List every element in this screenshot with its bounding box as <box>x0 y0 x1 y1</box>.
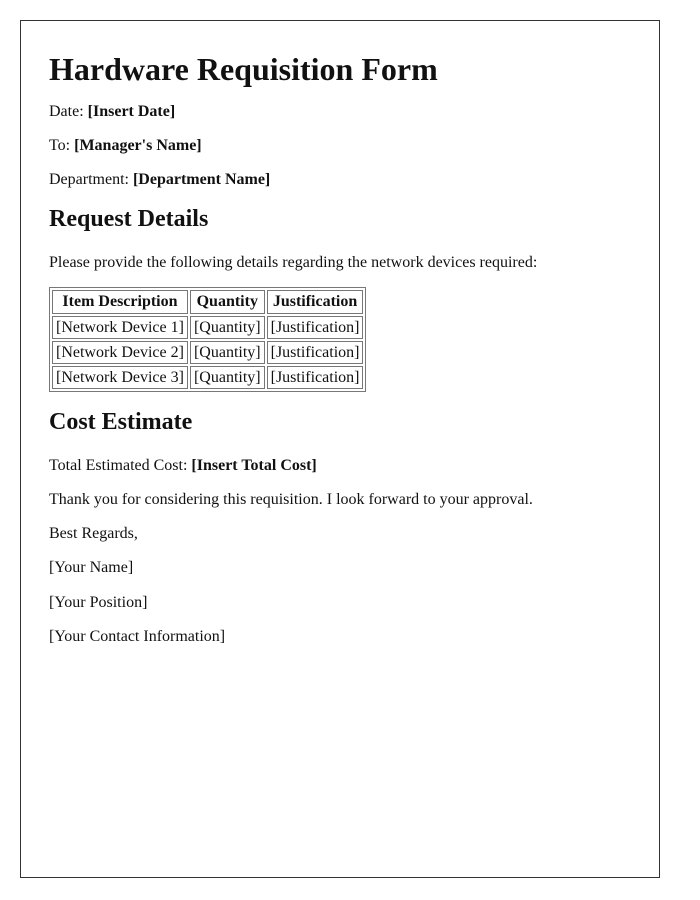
to-label: To: <box>49 136 75 154</box>
total-cost-label: Total Estimated Cost: <box>49 456 192 474</box>
department-label: Department: <box>49 171 133 189</box>
cost-estimate-heading: Cost Estimate <box>49 409 193 436</box>
page-title: Hardware Requisition Form <box>49 51 438 87</box>
cell-justification: [Justification] <box>266 340 364 364</box>
date-line: Date: [Insert Date] <box>49 102 631 121</box>
request-details-heading: Request Details <box>49 206 209 233</box>
signature-contact: [Your Contact Information] <box>49 627 226 645</box>
signature-position: [Your Position] <box>49 593 148 611</box>
cell-quantity: [Quantity] <box>189 340 265 364</box>
header-justification: Justification <box>266 290 364 314</box>
thank-you-line: Thank you for considering this requisiti… <box>49 491 533 509</box>
table-row: [Network Device 2] [Quantity] [Justifica… <box>52 340 364 364</box>
cell-quantity: [Quantity] <box>189 365 265 390</box>
cell-item-description: [Network Device 3] <box>52 365 188 390</box>
cell-quantity: [Quantity] <box>189 315 265 339</box>
header-item-description: Item Description <box>52 290 188 314</box>
date-value: [Insert Date] <box>87 102 176 120</box>
header-quantity: Quantity <box>189 290 265 314</box>
request-details-intro: Please provide the following details reg… <box>49 254 538 272</box>
table-header-row: Item Description Quantity Justification <box>52 290 364 314</box>
devices-table: Item Description Quantity Justification … <box>49 287 367 393</box>
department-value: [Department Name] <box>132 171 271 189</box>
date-label: Date: <box>49 102 88 120</box>
cell-justification: [Justification] <box>266 365 364 390</box>
department-line: Department: [Department Name] <box>49 170 631 189</box>
to-value: [Manager's Name] <box>74 136 202 154</box>
total-cost-value: [Insert Total Cost] <box>191 456 317 474</box>
signature-name: [Your Name] <box>49 559 134 577</box>
table-row: [Network Device 3] [Quantity] [Justifica… <box>52 365 364 390</box>
cell-item-description: [Network Device 1] <box>52 315 188 339</box>
document-page: Hardware Requisition Form Date: [Insert … <box>20 20 660 878</box>
cell-justification: [Justification] <box>266 315 364 339</box>
table-row: [Network Device 1] [Quantity] [Justifica… <box>52 315 364 339</box>
closing-regards: Best Regards, <box>49 525 138 543</box>
total-cost-line: Total Estimated Cost: [Insert Total Cost… <box>49 456 631 475</box>
cell-item-description: [Network Device 2] <box>52 340 188 364</box>
to-line: To: [Manager's Name] <box>49 136 631 155</box>
